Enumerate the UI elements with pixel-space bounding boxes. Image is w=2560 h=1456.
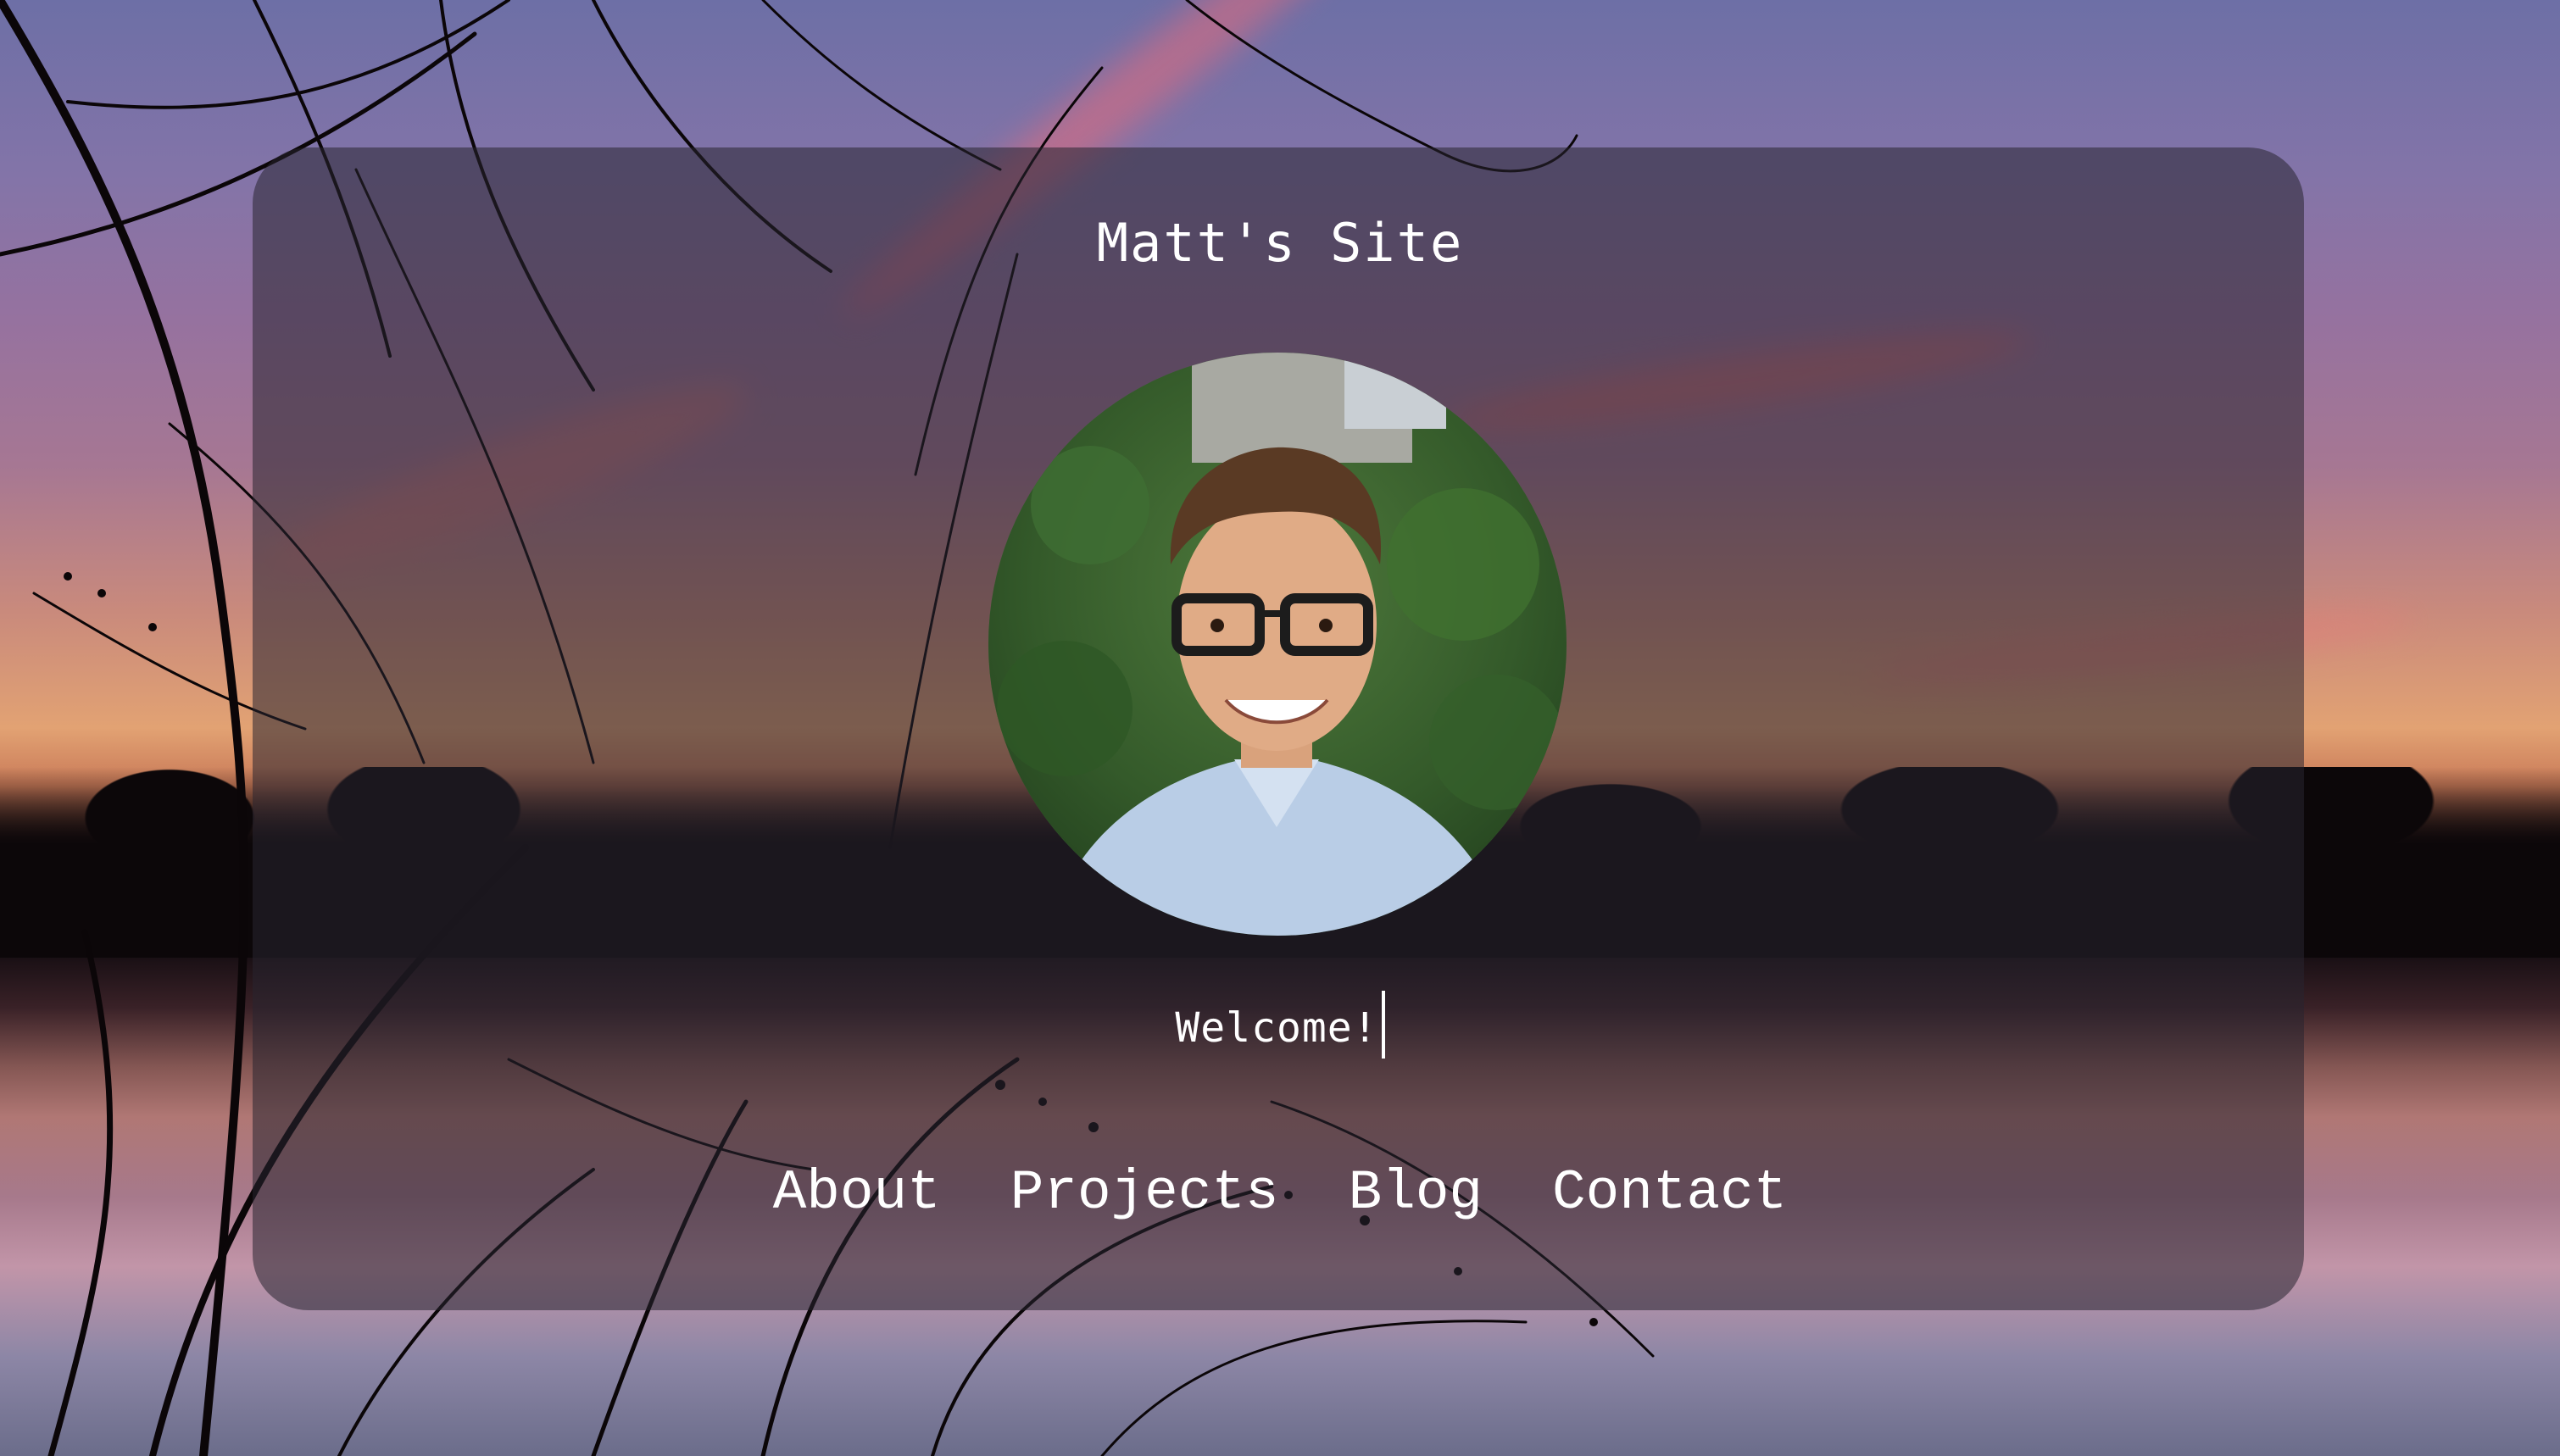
profile-photo [988,353,1567,936]
welcome-text: Welcome! [1175,1004,1378,1052]
welcome-message: Welcome! [0,991,2560,1059]
page: Matt's Site Welcome! About Projects Blog… [0,0,2560,1456]
profile-avatar [988,353,1567,936]
nav-link-about[interactable]: About [773,1161,941,1225]
nav-link-blog[interactable]: Blog [1349,1161,1483,1225]
nav-link-contact[interactable]: Contact [1552,1161,1787,1225]
site-title: Matt's Site [1096,212,1464,274]
typing-cursor [1381,991,1385,1059]
main-nav: About Projects Blog Contact [0,1161,2560,1225]
nav-link-projects[interactable]: Projects [1010,1161,1279,1225]
